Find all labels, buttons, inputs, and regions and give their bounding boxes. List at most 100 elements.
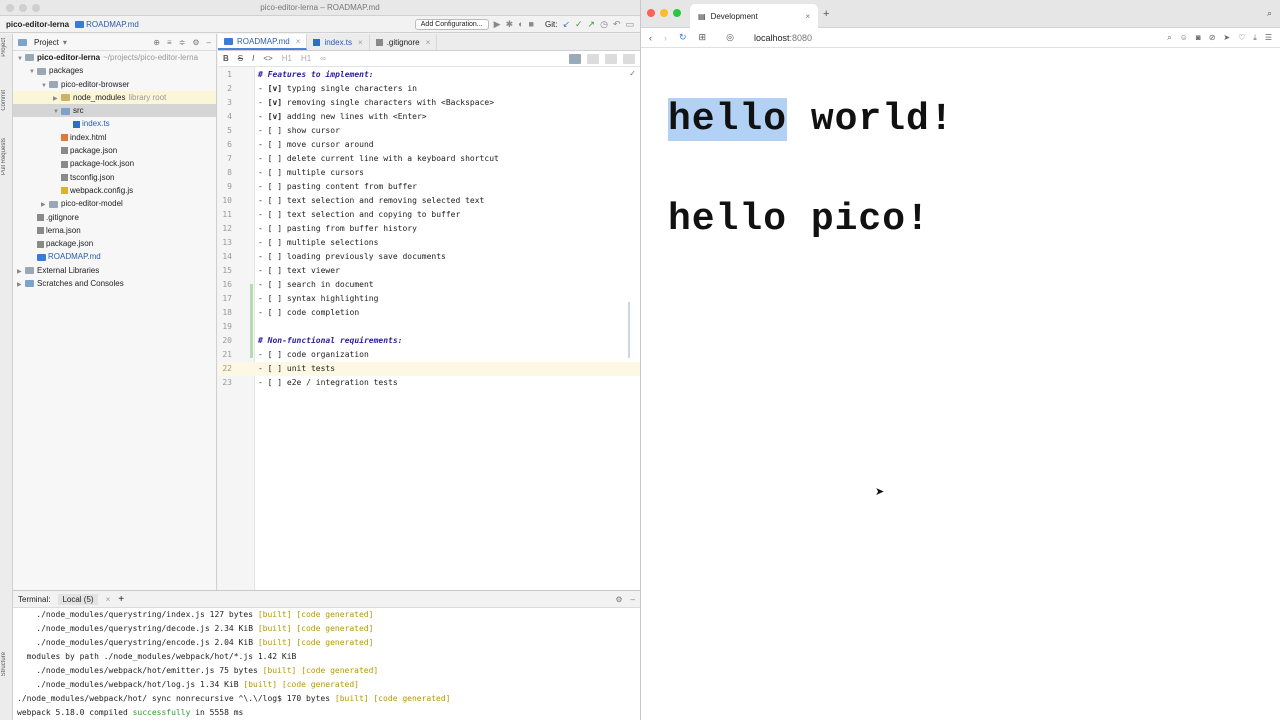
close-icon[interactable]: × bbox=[106, 595, 111, 604]
minimize-icon[interactable]: – bbox=[207, 38, 211, 47]
code-line[interactable]: 18 - [ ] code completion bbox=[218, 306, 640, 320]
code-line[interactable]: 5 - [ ] show cursor bbox=[218, 124, 640, 138]
tree-item[interactable]: index.html bbox=[13, 131, 216, 144]
close-icon[interactable]: × bbox=[805, 12, 810, 21]
code-line[interactable]: 20 # Non-functional requirements: bbox=[218, 334, 640, 348]
code-line[interactable]: 17 - [ ] syntax highlighting bbox=[218, 292, 640, 306]
terminal-output[interactable]: ./node_modules/querystring/index.js 127 … bbox=[13, 608, 640, 706]
tree-item[interactable]: .gitignore bbox=[13, 211, 216, 224]
code-line[interactable]: 21 - [ ] code organization bbox=[218, 348, 640, 362]
tree-item[interactable]: ▶ External Libraries bbox=[13, 264, 216, 277]
expand-arrow-icon[interactable]: ▶ bbox=[17, 279, 25, 290]
expand-arrow-icon[interactable]: ▼ bbox=[17, 53, 25, 64]
expand-arrow-icon[interactable]: ▼ bbox=[29, 66, 37, 77]
add-configuration-button[interactable]: Add Configuration... bbox=[414, 18, 489, 30]
git-update-icon[interactable]: ↙ bbox=[562, 19, 570, 30]
code-line[interactable]: 13 - [ ] multiple selections bbox=[218, 236, 640, 250]
tab-gitignore[interactable]: .gitignore × bbox=[370, 34, 438, 50]
code-line[interactable]: 10 - [ ] text selection and removing sele… bbox=[218, 194, 640, 208]
tree-item[interactable]: index.ts bbox=[13, 117, 216, 130]
close-icon[interactable]: × bbox=[296, 37, 301, 46]
code-line[interactable]: 12 - [ ] pasting from buffer history bbox=[218, 222, 640, 236]
coverage-icon[interactable]: ◐ bbox=[518, 19, 523, 29]
close-icon[interactable]: × bbox=[426, 38, 431, 47]
git-rollback-icon[interactable]: ↶ bbox=[613, 19, 621, 30]
adblock-icon[interactable]: ⊘ bbox=[1209, 33, 1216, 43]
tree-item[interactable]: ▼ pico-editor-lerna ~/projects/pico-editor… bbox=[13, 51, 216, 64]
snapshot-icon[interactable]: ◙ bbox=[1196, 33, 1201, 43]
download-icon[interactable]: ⤓ bbox=[1253, 33, 1257, 43]
minimize-window-button[interactable] bbox=[660, 9, 668, 17]
stop-icon[interactable]: ■ bbox=[529, 19, 534, 29]
code-area[interactable]: 1 # Features to implement: 2 - [v] typing s… bbox=[218, 68, 640, 390]
code-line[interactable]: 11 - [ ] text selection and copying to bu… bbox=[218, 208, 640, 222]
web-page[interactable]: hello world! hello pico! ➤ bbox=[641, 48, 1280, 720]
code-line[interactable]: 23 - [ ] e2e / integration tests bbox=[218, 376, 640, 390]
code-line[interactable]: 2 - [v] typing single characters in bbox=[218, 82, 640, 96]
git-push-icon[interactable]: ↗ bbox=[588, 19, 596, 30]
code-button[interactable]: <> bbox=[263, 54, 272, 63]
git-history-icon[interactable]: ◷ bbox=[600, 19, 608, 30]
tab-roadmap-md[interactable]: ROADMAP.md × bbox=[218, 34, 308, 50]
zoom-icon[interactable]: ⌕ bbox=[1167, 33, 1171, 43]
run-icon[interactable]: ▶ bbox=[494, 19, 501, 30]
layout-icon[interactable]: ▭ bbox=[625, 19, 634, 30]
expand-arrow-icon[interactable]: ▼ bbox=[53, 106, 61, 117]
gear-icon[interactable]: ⚙ bbox=[192, 38, 199, 47]
code-line[interactable]: 7 - [ ] delete current line with a keyboa… bbox=[218, 152, 640, 166]
tree-item[interactable]: ▼ src bbox=[13, 104, 216, 118]
link-icon[interactable]: ∞ bbox=[320, 54, 326, 63]
tree-item[interactable]: ▶ node_modules library root bbox=[13, 90, 216, 105]
back-icon[interactable]: ‹ bbox=[649, 33, 652, 43]
code-line[interactable]: 8 - [ ] multiple cursors bbox=[218, 166, 640, 180]
speed-dial-icon[interactable]: ⊞ bbox=[699, 32, 707, 43]
tree-item[interactable]: ▶ Scratches and Consoles bbox=[13, 277, 216, 290]
stripe-structure[interactable]: Structure bbox=[1, 652, 7, 676]
tree-item[interactable]: ▼ packages bbox=[13, 64, 216, 77]
code-line[interactable]: 14 - [ ] loading previously save document… bbox=[218, 250, 640, 264]
header-up-button[interactable]: H1 bbox=[282, 54, 292, 63]
ide-window-controls[interactable] bbox=[6, 4, 40, 12]
tree-item[interactable]: ▶ pico-editor-model bbox=[13, 197, 216, 210]
chevron-down-icon[interactable]: ▾ bbox=[63, 38, 67, 47]
hello-world-line[interactable]: hello world! bbox=[668, 98, 954, 141]
breadcrumb-file[interactable]: ROADMAP.md bbox=[75, 20, 139, 29]
terminal-tab-local[interactable]: Local (5) bbox=[58, 593, 98, 605]
new-tab-icon[interactable]: + bbox=[823, 8, 829, 20]
menu-icon[interactable]: ☰ bbox=[1265, 33, 1272, 43]
collapse-all-icon[interactable]: ≑ bbox=[179, 38, 186, 47]
git-commit-icon[interactable]: ✓ bbox=[575, 19, 583, 30]
strikethrough-button[interactable]: S bbox=[238, 54, 243, 63]
reload-icon[interactable]: ↻ bbox=[679, 32, 687, 43]
code-line[interactable]: 22 - [ ] unit tests bbox=[218, 362, 640, 376]
expand-arrow-icon[interactable]: ▼ bbox=[41, 80, 49, 91]
vpn-icon[interactable]: ☺ bbox=[1180, 33, 1188, 43]
header-down-button[interactable]: H1 bbox=[301, 54, 311, 63]
code-line[interactable]: 6 - [ ] move cursor around bbox=[218, 138, 640, 152]
forward-icon[interactable]: › bbox=[664, 33, 667, 43]
preview-only-view-button[interactable] bbox=[605, 53, 617, 64]
code-line[interactable]: 3 - [v] removing single characters with <… bbox=[218, 96, 640, 110]
tree-item[interactable]: webpack.config.js bbox=[13, 184, 216, 197]
editor-only-view-button[interactable] bbox=[569, 53, 581, 64]
scroll-sync-button[interactable] bbox=[623, 53, 635, 64]
expand-arrow-icon[interactable]: ▶ bbox=[41, 199, 49, 210]
tab-index-ts[interactable]: index.ts × bbox=[307, 34, 370, 50]
close-window-button[interactable] bbox=[647, 9, 655, 17]
tree-item[interactable]: package.json bbox=[13, 237, 216, 250]
code-line[interactable]: 1 # Features to implement: bbox=[218, 68, 640, 82]
maximize-window-button[interactable] bbox=[673, 9, 681, 17]
gear-icon[interactable]: ⚙ bbox=[615, 595, 622, 604]
tree-item[interactable]: lerna.json bbox=[13, 224, 216, 237]
hello-pico-line[interactable]: hello pico! bbox=[668, 198, 930, 241]
tree-item[interactable]: package.json bbox=[13, 144, 216, 157]
code-line[interactable]: 15 - [ ] text viewer bbox=[218, 264, 640, 278]
heart-icon[interactable]: ♡ bbox=[1238, 33, 1245, 43]
project-panel-title[interactable]: Project bbox=[34, 38, 59, 47]
debug-icon[interactable]: ✱ bbox=[506, 19, 514, 30]
code-line[interactable]: 4 - [v] adding new lines with <Enter> bbox=[218, 110, 640, 124]
search-icon[interactable]: ⌕ bbox=[1267, 8, 1272, 19]
expand-arrow-icon[interactable]: ▶ bbox=[53, 93, 61, 104]
locate-icon[interactable]: ⊕ bbox=[153, 38, 160, 47]
code-line[interactable]: 9 - [ ] pasting content from buffer bbox=[218, 180, 640, 194]
